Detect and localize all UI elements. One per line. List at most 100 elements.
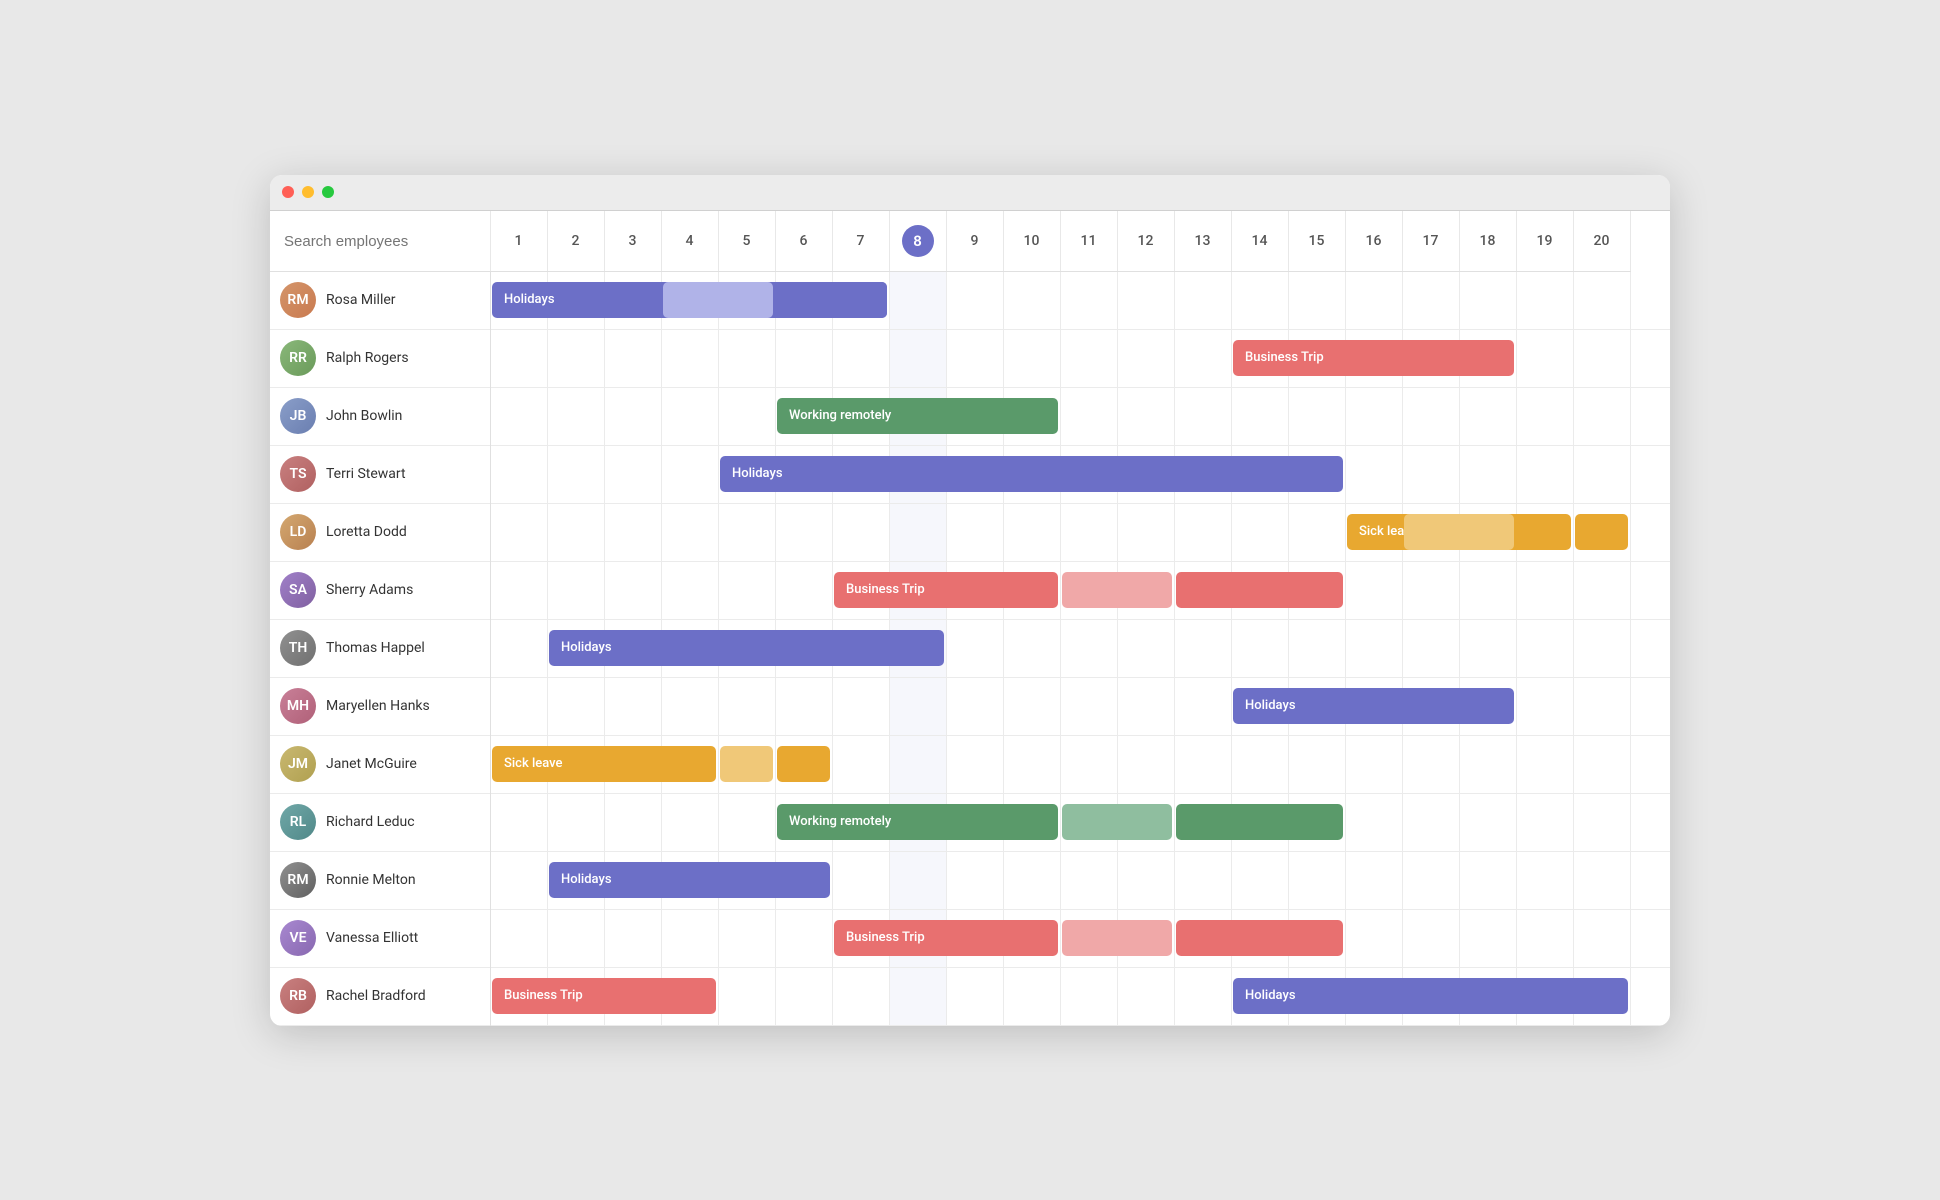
day-cell-6-16 [1345, 561, 1402, 619]
day-cell-8-13 [1174, 677, 1231, 735]
day-header-18: 18 [1459, 211, 1516, 272]
employee-name-cell-2: RRRalph Rogers [270, 329, 490, 387]
day-cell-10-20 [1573, 793, 1630, 851]
day-cell-10-6 [775, 793, 832, 851]
day-cell-8-15 [1288, 677, 1345, 735]
employee-name: Rachel Bradford [326, 988, 426, 1004]
day-cell-11-7 [832, 851, 889, 909]
day-header-12: 12 [1117, 211, 1174, 272]
table-row: RMRonnie MeltonHolidays [270, 851, 1670, 909]
day-cell-11-8 [889, 851, 946, 909]
day-cell-7-10 [1003, 619, 1060, 677]
calendar-container: 1234567891011121314151617181920 RMRosa M… [270, 211, 1670, 1026]
day-cell-9-3 [604, 735, 661, 793]
employee-name: Ralph Rogers [326, 350, 409, 366]
day-cell-12-18 [1459, 909, 1516, 967]
day-cell-6-17 [1402, 561, 1459, 619]
day-cell-12-1 [490, 909, 547, 967]
day-cell-13-15 [1288, 967, 1345, 1025]
day-cell-7-14 [1231, 619, 1288, 677]
table-row: TSTerri StewartHolidays [270, 445, 1670, 503]
day-cell-8-2 [547, 677, 604, 735]
day-cell-13-16 [1345, 967, 1402, 1025]
day-cell-8-8 [889, 677, 946, 735]
day-header-20: 20 [1573, 211, 1630, 272]
day-cell-10-12 [1117, 793, 1174, 851]
day-cell-3-12 [1117, 387, 1174, 445]
day-cell-2-6 [775, 329, 832, 387]
day-cell-3-20 [1573, 387, 1630, 445]
day-cell-3-14 [1231, 387, 1288, 445]
day-cell-13-19 [1516, 967, 1573, 1025]
day-cell-5-18 [1459, 503, 1516, 561]
employee-name-cell-13: RBRachel Bradford [270, 967, 490, 1025]
avatar: RL [280, 804, 316, 840]
day-cell-8-14 [1231, 677, 1288, 735]
day-cell-13-18 [1459, 967, 1516, 1025]
table-row: RRRalph RogersBusiness Trip [270, 329, 1670, 387]
day-cell-11-17 [1402, 851, 1459, 909]
day-cell-1-9 [946, 271, 1003, 329]
day-cell-10-1 [490, 793, 547, 851]
minimize-dot[interactable] [302, 186, 314, 198]
close-dot[interactable] [282, 186, 294, 198]
table-row: SASherry AdamsBusiness Trip [270, 561, 1670, 619]
day-cell-9-19 [1516, 735, 1573, 793]
employee-name-cell-12: VEVanessa Elliott [270, 909, 490, 967]
day-cell-2-2 [547, 329, 604, 387]
day-cell-1-8 [889, 271, 946, 329]
day-cell-9-13 [1174, 735, 1231, 793]
day-cell-7-13 [1174, 619, 1231, 677]
day-cell-13-13 [1174, 967, 1231, 1025]
employee-name: Vanessa Elliott [326, 930, 418, 946]
day-cell-1-2 [547, 271, 604, 329]
day-cell-10-18 [1459, 793, 1516, 851]
day-cell-5-3 [604, 503, 661, 561]
employee-name: Terri Stewart [326, 466, 406, 482]
maximize-dot[interactable] [322, 186, 334, 198]
employee-name: Ronnie Melton [326, 872, 416, 888]
day-cell-7-2 [547, 619, 604, 677]
day-cell-11-16 [1345, 851, 1402, 909]
day-cell-11-9 [946, 851, 1003, 909]
employee-name-cell-6: SA Sherry Adams [270, 561, 490, 619]
table-row: JBJohn BowlinWorking remotely [270, 387, 1670, 445]
day-cell-12-3 [604, 909, 661, 967]
employee-name: Loretta Dodd [326, 524, 407, 540]
day-cell-3-8 [889, 387, 946, 445]
day-cell-6-20 [1573, 561, 1630, 619]
day-cell-13-1 [490, 967, 547, 1025]
day-cell-6-4 [661, 561, 718, 619]
day-cell-1-20 [1573, 271, 1630, 329]
day-cell-11-14 [1231, 851, 1288, 909]
day-header-17: 17 [1402, 211, 1459, 272]
avatar: SA [280, 572, 316, 608]
day-cell-1-4 [661, 271, 718, 329]
day-cell-3-13 [1174, 387, 1231, 445]
day-cell-7-9 [946, 619, 1003, 677]
day-cell-5-13 [1174, 503, 1231, 561]
day-cell-5-5 [718, 503, 775, 561]
day-cell-5-9 [946, 503, 1003, 561]
day-cell-12-7 [832, 909, 889, 967]
day-cell-9-12 [1117, 735, 1174, 793]
search-input[interactable] [284, 233, 490, 250]
employee-name: Maryellen Hanks [326, 698, 430, 714]
day-cell-2-20 [1573, 329, 1630, 387]
day-cell-8-4 [661, 677, 718, 735]
search-header[interactable] [270, 211, 490, 272]
employee-name: Sherry Adams [326, 582, 413, 598]
day-header-13: 13 [1174, 211, 1231, 272]
day-cell-2-11 [1060, 329, 1117, 387]
day-cell-1-11 [1060, 271, 1117, 329]
day-cell-2-10 [1003, 329, 1060, 387]
day-cell-10-15 [1288, 793, 1345, 851]
day-cell-6-15 [1288, 561, 1345, 619]
day-cell-10-9 [946, 793, 1003, 851]
employee-name: Rosa Miller [326, 292, 396, 308]
day-cell-3-5 [718, 387, 775, 445]
day-cell-9-20 [1573, 735, 1630, 793]
day-cell-8-9 [946, 677, 1003, 735]
day-cell-9-6 [775, 735, 832, 793]
day-cell-8-6 [775, 677, 832, 735]
